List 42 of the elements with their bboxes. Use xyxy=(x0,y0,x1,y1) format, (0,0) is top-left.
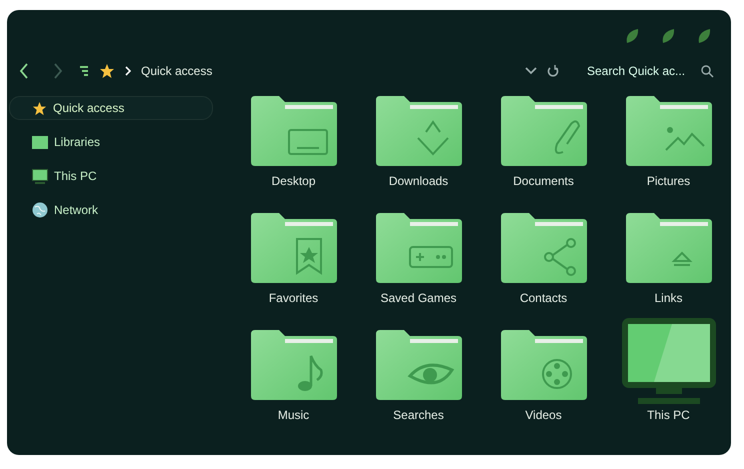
folder-icon xyxy=(32,135,48,149)
sidebar-item[interactable]: Quick access xyxy=(9,96,213,120)
sidebar-item[interactable]: Libraries xyxy=(9,130,213,154)
item-label[interactable]: Contacts xyxy=(520,291,568,305)
gamepad-icon xyxy=(408,246,452,268)
sidebar-item[interactable]: This PC xyxy=(9,164,213,188)
monitor-icon xyxy=(288,129,328,155)
item-label[interactable]: Music xyxy=(278,408,310,422)
item-label[interactable]: Links xyxy=(654,291,682,305)
eject-icon xyxy=(671,252,692,266)
eye-icon xyxy=(408,364,453,384)
star-icon xyxy=(99,63,115,79)
search-icon xyxy=(701,64,714,78)
monitor-icon xyxy=(32,168,48,184)
leaf-icon[interactable] xyxy=(661,28,675,44)
item-label[interactable]: Searches xyxy=(393,408,444,422)
star-icon xyxy=(32,100,47,116)
back-icon[interactable] xyxy=(19,63,29,79)
globe-icon xyxy=(32,202,48,218)
item-label[interactable]: Videos xyxy=(525,408,562,422)
leaf-icon[interactable] xyxy=(697,28,711,44)
item-label[interactable]: Desktop xyxy=(271,174,316,188)
bookmark-icon xyxy=(296,238,322,275)
chevron-down-icon[interactable] xyxy=(525,67,537,75)
share-icon xyxy=(544,238,576,276)
item-label[interactable]: This PC xyxy=(647,408,690,422)
chevron-icon xyxy=(125,66,131,76)
breadcrumb-item[interactable]: Quick access xyxy=(141,64,212,78)
item-label[interactable]: Downloads xyxy=(388,174,448,188)
music-icon xyxy=(298,354,322,391)
item-label[interactable]: Saved Games xyxy=(380,291,457,305)
leaf-icon[interactable] xyxy=(625,28,639,44)
picture-icon xyxy=(664,127,704,151)
film-icon xyxy=(542,359,572,389)
download-icon xyxy=(416,120,448,156)
sidebar-item[interactable]: Network xyxy=(9,198,213,222)
item-label[interactable]: Documents xyxy=(513,174,574,188)
search-field[interactable]: Search Quick ac... xyxy=(587,64,715,78)
tree-icon[interactable] xyxy=(79,65,89,77)
item-label[interactable]: Pictures xyxy=(646,174,690,188)
item-label[interactable]: Favorites xyxy=(268,291,318,305)
refresh-icon[interactable] xyxy=(547,64,559,78)
